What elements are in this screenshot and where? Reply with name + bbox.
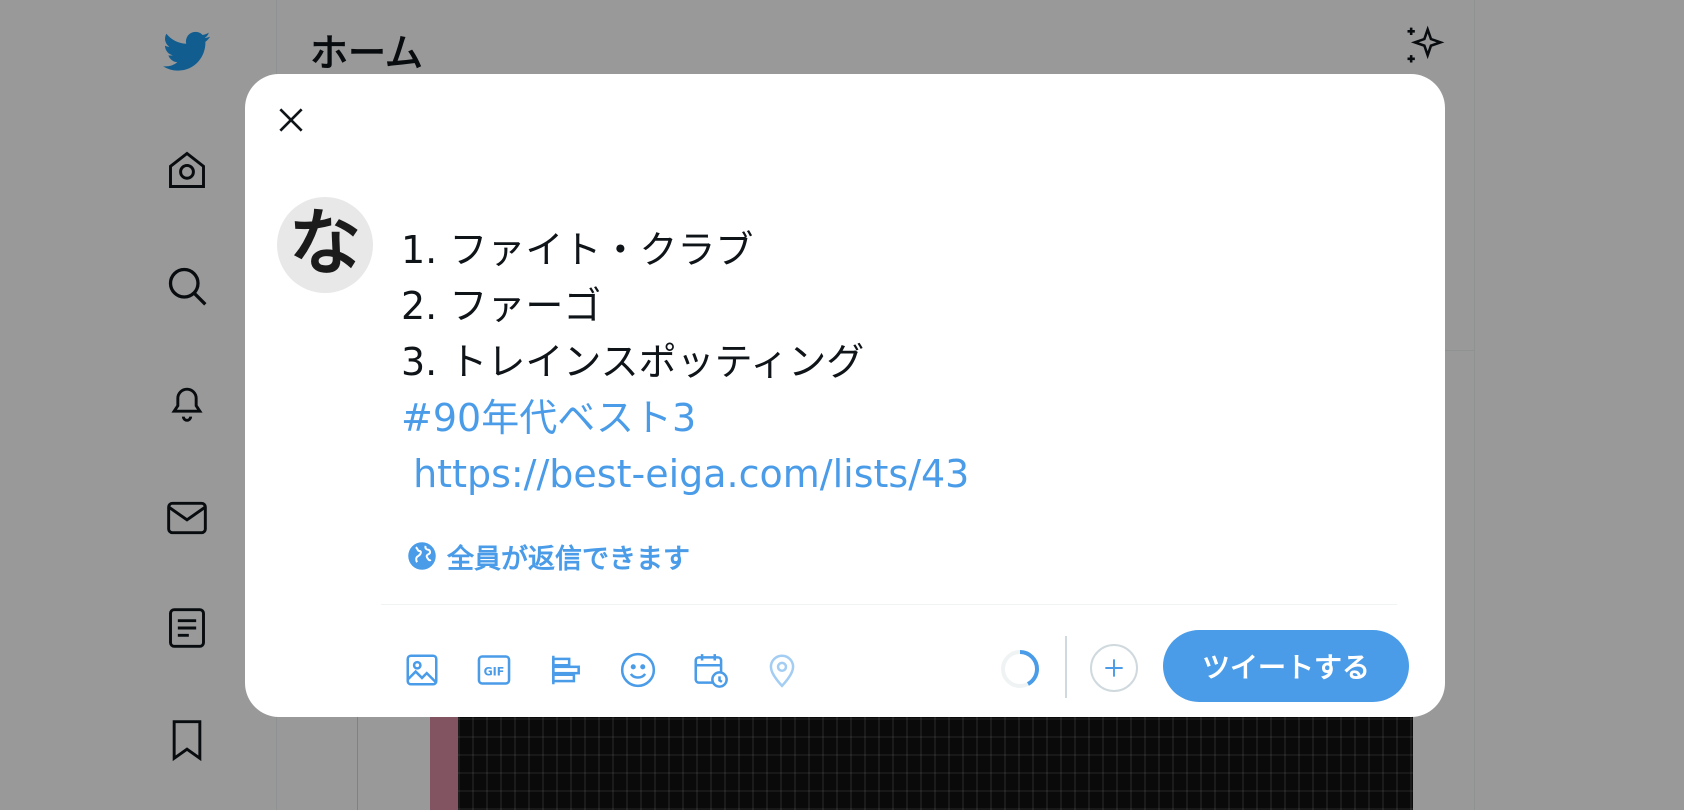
reply-setting-label: 全員が返信できます xyxy=(447,543,690,575)
image-button[interactable] xyxy=(397,645,447,695)
gif-button[interactable]: GIF xyxy=(469,645,519,695)
divider xyxy=(1065,636,1067,698)
emoji-icon xyxy=(620,652,656,688)
tweet-line: 2. ファーゴ xyxy=(401,284,602,328)
hashtag-link[interactable]: #90年代ベスト3 xyxy=(401,390,1301,446)
compose-toolbar: GIF xyxy=(397,640,807,700)
schedule-button[interactable] xyxy=(685,645,735,695)
svg-text:GIF: GIF xyxy=(484,666,505,679)
tweet-line: 1. ファイト・クラブ xyxy=(401,228,754,272)
avatar-glyph: な xyxy=(288,201,361,285)
compose-modal: な 1. ファイト・クラブ 2. ファーゴ 3. トレインスポッティング #90… xyxy=(245,74,1445,717)
globe-icon xyxy=(408,542,436,570)
location-icon xyxy=(769,654,795,688)
add-thread-button[interactable] xyxy=(1090,644,1138,692)
avatar[interactable]: な xyxy=(277,197,373,293)
poll-button[interactable] xyxy=(541,645,591,695)
gif-icon: GIF xyxy=(477,655,511,685)
reply-setting-button[interactable]: 全員が返信できます xyxy=(407,536,690,576)
schedule-icon xyxy=(694,654,728,688)
poll-icon xyxy=(552,655,580,685)
close-button[interactable] xyxy=(265,94,317,146)
image-icon xyxy=(406,654,438,686)
divider xyxy=(381,604,1397,605)
location-button[interactable] xyxy=(757,645,807,695)
plus-icon xyxy=(1105,659,1123,677)
emoji-button[interactable] xyxy=(613,645,663,695)
character-count-progress xyxy=(995,644,1045,694)
tweet-line: 3. トレインスポッティング xyxy=(401,340,865,384)
close-icon xyxy=(279,108,303,132)
tweet-text-input[interactable]: 1. ファイト・クラブ 2. ファーゴ 3. トレインスポッティング #90年代… xyxy=(401,222,1301,502)
url-link[interactable]: https://best-eiga.com/lists/43 xyxy=(401,446,1301,502)
tweet-button[interactable]: ツイートする xyxy=(1163,630,1409,702)
